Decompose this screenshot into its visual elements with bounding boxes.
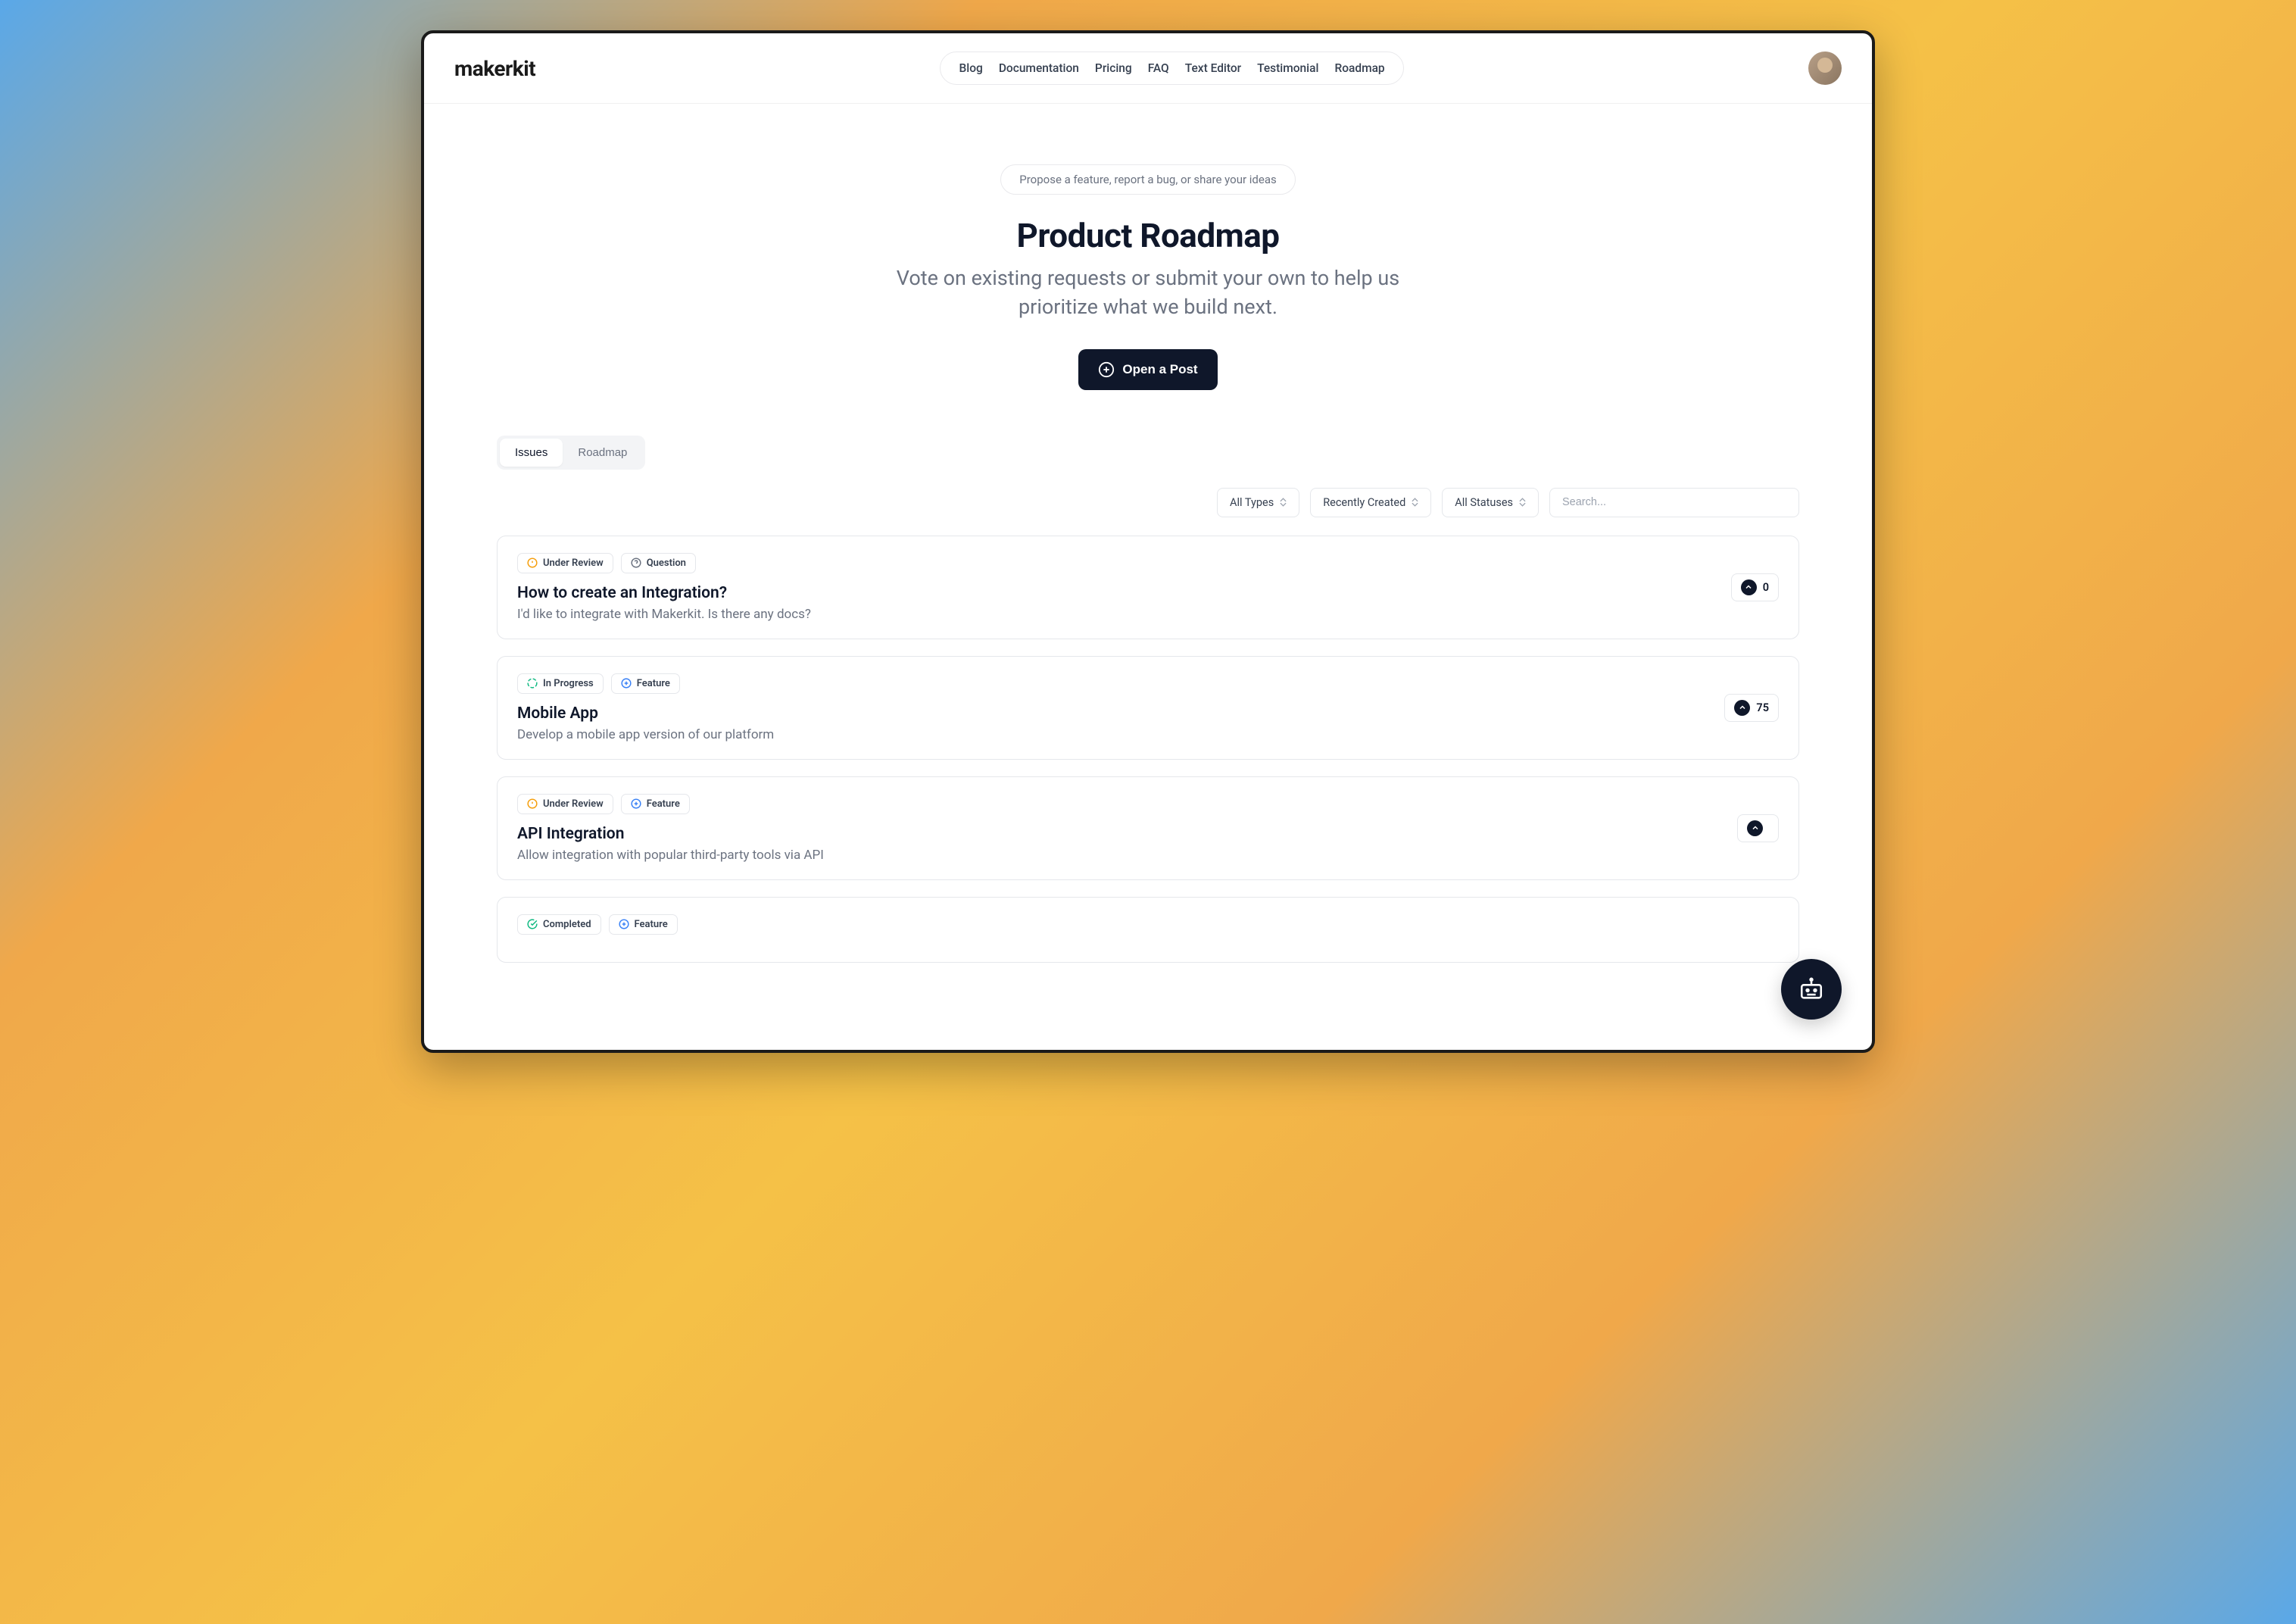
open-post-label: Open a Post: [1122, 362, 1197, 377]
application-window: makerkit Blog Documentation Pricing FAQ …: [421, 30, 1875, 1053]
card-content: Completed Feature: [517, 914, 1779, 945]
bot-icon: [1798, 976, 1824, 1002]
type-label: Feature: [647, 798, 680, 810]
badge-row: Under Review Feature: [517, 794, 1737, 814]
plus-circle-icon: [631, 798, 641, 809]
alert-circle-icon: [527, 798, 538, 809]
open-post-button[interactable]: Open a Post: [1078, 349, 1217, 390]
filter-type-select[interactable]: All Types: [1217, 488, 1299, 517]
page-title: Product Roadmap: [875, 216, 1421, 255]
vote-count: 75: [1756, 701, 1769, 714]
chevron-up-icon: [1747, 820, 1763, 836]
nav-link-blog[interactable]: Blog: [959, 61, 982, 75]
header: makerkit Blog Documentation Pricing FAQ …: [424, 33, 1872, 104]
issue-card[interactable]: Under Review Question How to create an I…: [497, 536, 1799, 639]
tab-issues[interactable]: Issues: [500, 439, 563, 467]
vote-button[interactable]: [1737, 814, 1779, 842]
badge-row: In Progress Feature: [517, 673, 1724, 694]
tabs: Issues Roadmap: [497, 436, 645, 470]
chevron-up-icon: [1741, 579, 1757, 595]
plus-circle-icon: [619, 919, 629, 929]
nav-link-faq[interactable]: FAQ: [1148, 61, 1169, 75]
filter-sort-label: Recently Created: [1323, 496, 1405, 509]
page-subtitle: Vote on existing requests or submit your…: [875, 264, 1421, 322]
status-badge: Completed: [517, 914, 601, 935]
filter-status-select[interactable]: All Statuses: [1442, 488, 1539, 517]
help-circle-icon: [631, 557, 641, 568]
issue-card[interactable]: In Progress Feature Mobile App Develop a…: [497, 656, 1799, 760]
plus-circle-icon: [621, 678, 632, 689]
chevron-up-down-icon: [1519, 498, 1526, 507]
type-badge: Question: [621, 553, 696, 573]
filter-bar: All Types Recently Created All Statuses: [497, 488, 1799, 517]
type-label: Feature: [635, 919, 668, 930]
avatar[interactable]: [1808, 52, 1842, 85]
card-description: Develop a mobile app version of our plat…: [517, 727, 1724, 742]
search-input[interactable]: [1549, 488, 1799, 517]
vote-count: 0: [1763, 581, 1769, 594]
filter-sort-select[interactable]: Recently Created: [1310, 488, 1431, 517]
status-label: Under Review: [543, 798, 604, 810]
chevron-up-down-icon: [1280, 498, 1287, 507]
type-badge: Feature: [621, 794, 690, 814]
content-area: Issues Roadmap All Types Recently Create…: [466, 436, 1830, 1010]
card-content: Under Review Question How to create an I…: [517, 553, 1731, 622]
type-badge: Feature: [609, 914, 678, 935]
nav-link-text-editor[interactable]: Text Editor: [1185, 61, 1241, 75]
status-badge: Under Review: [517, 794, 613, 814]
nav-link-roadmap[interactable]: Roadmap: [1334, 61, 1384, 75]
chevron-up-down-icon: [1412, 498, 1418, 507]
chevron-up-icon: [1734, 700, 1750, 716]
card-title: How to create an Integration?: [517, 584, 1731, 602]
issue-card[interactable]: Completed Feature: [497, 897, 1799, 963]
status-badge: Under Review: [517, 553, 613, 573]
badge-row: Under Review Question: [517, 553, 1731, 573]
status-label: Completed: [543, 919, 591, 930]
status-badge: In Progress: [517, 673, 604, 694]
logo[interactable]: makerkit: [454, 56, 535, 81]
type-badge: Feature: [611, 673, 680, 694]
tab-roadmap[interactable]: Roadmap: [563, 439, 642, 467]
plus-circle-icon: [1098, 361, 1115, 378]
card-description: I'd like to integrate with Makerkit. Is …: [517, 607, 1731, 622]
status-label: Under Review: [543, 557, 604, 569]
card-title: API Integration: [517, 825, 1737, 843]
check-circle-icon: [527, 919, 538, 929]
filter-status-label: All Statuses: [1455, 496, 1513, 509]
chat-fab-button[interactable]: [1781, 959, 1842, 1020]
loader-icon: [527, 678, 538, 689]
nav-link-pricing[interactable]: Pricing: [1095, 61, 1132, 75]
card-content: In Progress Feature Mobile App Develop a…: [517, 673, 1724, 742]
card-content: Under Review Feature API Integration All…: [517, 794, 1737, 863]
main-nav: Blog Documentation Pricing FAQ Text Edit…: [940, 52, 1403, 85]
vote-button[interactable]: 75: [1724, 694, 1779, 722]
card-title: Mobile App: [517, 704, 1724, 723]
type-label: Question: [647, 557, 686, 569]
alert-circle-icon: [527, 557, 538, 568]
badge-row: Completed Feature: [517, 914, 1779, 935]
filter-type-label: All Types: [1230, 496, 1274, 509]
status-label: In Progress: [543, 678, 594, 689]
vote-button[interactable]: 0: [1731, 573, 1779, 601]
hero-pill: Propose a feature, report a bug, or shar…: [1000, 164, 1295, 195]
card-description: Allow integration with popular third-par…: [517, 848, 1737, 863]
issue-card[interactable]: Under Review Feature API Integration All…: [497, 776, 1799, 880]
nav-link-testimonial[interactable]: Testimonial: [1257, 61, 1318, 75]
nav-link-documentation[interactable]: Documentation: [999, 61, 1079, 75]
type-label: Feature: [637, 678, 670, 689]
hero-section: Propose a feature, report a bug, or shar…: [845, 104, 1451, 436]
